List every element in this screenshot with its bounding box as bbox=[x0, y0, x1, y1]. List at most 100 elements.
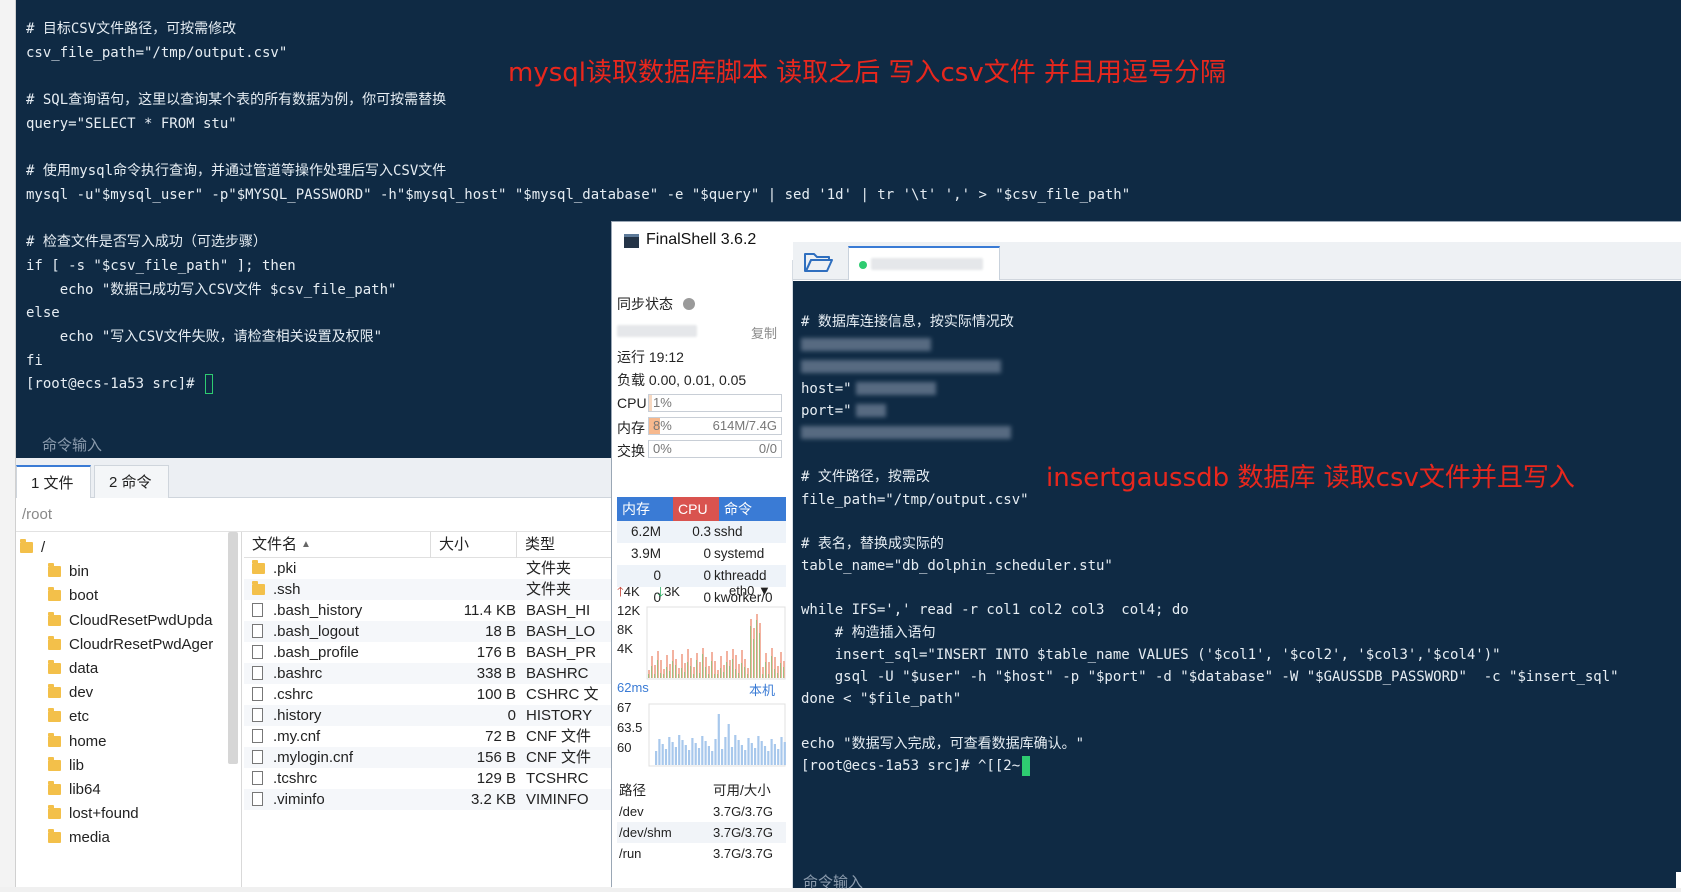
open-folder-icon[interactable] bbox=[803, 250, 833, 274]
file-list-header: 文件名 ▲ 大小 类型 bbox=[244, 532, 616, 558]
net-download-bar bbox=[717, 674, 718, 678]
terminal-line: done < "$file_path" bbox=[801, 688, 1619, 710]
tree-item[interactable]: etc bbox=[48, 705, 89, 729]
file-size: 3.2 KB bbox=[470, 791, 516, 808]
path-input[interactable]: /root bbox=[16, 498, 616, 532]
copy-button[interactable]: 复制 bbox=[751, 323, 777, 342]
tree-item[interactable]: bin bbox=[48, 560, 89, 584]
load-average: 负载 0.00, 0.01, 0.05 bbox=[617, 372, 747, 388]
ping-bar bbox=[770, 739, 773, 765]
tree-item[interactable]: data bbox=[48, 657, 98, 681]
redacted-text bbox=[855, 404, 886, 418]
file-name-cell: .bash_history bbox=[252, 600, 362, 621]
terminal-line-text: gsql -U "$user" -h "$host" -p "$port" -d… bbox=[801, 669, 1619, 685]
folder-icon bbox=[48, 684, 61, 699]
tree-item[interactable]: / bbox=[20, 536, 45, 560]
command-input-label[interactable]: 命令输入 bbox=[42, 434, 102, 455]
mem-percent: 8% bbox=[653, 418, 672, 433]
terminal-line: while IFS=',' read -r col1 col2 col3 col… bbox=[801, 599, 1619, 621]
prompt-text: [root@ecs-1a53 src]# bbox=[26, 376, 204, 393]
file-row[interactable]: .history 0 HISTORY bbox=[244, 705, 616, 726]
tree-item[interactable]: dev bbox=[48, 681, 93, 705]
net-stats: 🡑4K 🡓3K eth0 ▼ bbox=[617, 583, 787, 605]
column-size[interactable]: 大小 bbox=[430, 532, 469, 558]
file-row[interactable]: .bashrc 338 B BASHRC bbox=[244, 663, 616, 684]
net-up: 4K bbox=[623, 584, 640, 599]
column-mem[interactable]: 内存 bbox=[617, 497, 673, 521]
file-row[interactable]: .bash_profile 176 B BASH_PR bbox=[244, 642, 616, 663]
column-cpu[interactable]: CPU bbox=[673, 497, 719, 521]
tab-files[interactable]: 1 文件 bbox=[16, 465, 91, 498]
file-icon bbox=[252, 792, 263, 806]
ping-host[interactable]: 本机 bbox=[749, 680, 775, 699]
net-download-bar bbox=[726, 662, 727, 678]
ping-bar bbox=[688, 750, 691, 765]
terminal-line: # 使用mysql命令执行查询，并通过管道等操作处理后写入CSV文件 bbox=[26, 163, 447, 180]
tree-scrollbar[interactable] bbox=[228, 532, 238, 764]
tree-item[interactable]: media bbox=[48, 826, 110, 850]
sync-label: 同步状态 bbox=[617, 296, 673, 312]
column-path[interactable]: 路径 bbox=[619, 780, 646, 801]
file-size: 11.4 KB bbox=[463, 602, 516, 619]
file-name-cell: .bashrc bbox=[252, 663, 322, 684]
file-icon bbox=[252, 603, 263, 617]
annotation-mysql: mysql读取数据库脚本 读取之后 写入csv文件 并且用逗号分隔 bbox=[508, 58, 1227, 88]
net-download-bar bbox=[708, 674, 709, 678]
net-interface-select[interactable]: eth0 ▼ bbox=[729, 583, 771, 598]
ping-bar bbox=[773, 744, 776, 765]
tree-item[interactable]: boot bbox=[48, 584, 98, 608]
file-type: BASH_HI bbox=[526, 602, 591, 619]
ping-bar bbox=[737, 740, 740, 765]
session-tab[interactable] bbox=[848, 246, 1000, 280]
ping-bar bbox=[701, 736, 704, 765]
file-row[interactable]: .cshrc 100 B CSHRC 文 bbox=[244, 684, 616, 705]
tree-item-label: lost+found bbox=[69, 805, 139, 823]
ping-bar bbox=[767, 751, 770, 765]
column-avail[interactable]: 可用/大小 bbox=[713, 780, 771, 801]
session-tab-bar bbox=[793, 242, 1681, 280]
net-download-bar bbox=[732, 659, 733, 678]
folder-icon bbox=[48, 611, 61, 626]
file-row[interactable]: .mylogin.cnf 156 B CNF 文件 bbox=[244, 747, 616, 768]
tree-item[interactable]: CloudResetPwdUpda bbox=[48, 609, 212, 633]
file-name-cell: .my.cnf bbox=[252, 726, 320, 747]
terminal-front[interactable]: # 数据库连接信息，按实际情况改 host=" port=" # 文件路径，按需改 fi… bbox=[793, 281, 1681, 891]
column-type[interactable]: 类型 bbox=[516, 532, 555, 558]
tree-item[interactable]: CloudrResetPwdAger bbox=[48, 633, 213, 657]
column-cmd[interactable]: 命令 bbox=[719, 497, 786, 521]
ping-bar bbox=[777, 749, 780, 765]
column-name[interactable]: 文件名 bbox=[252, 532, 297, 558]
file-row[interactable]: .ssh 文件夹 bbox=[244, 579, 616, 600]
tree-item[interactable]: home bbox=[48, 730, 107, 754]
tree-item[interactable]: lib bbox=[48, 754, 84, 778]
file-name-cell: .history bbox=[252, 705, 321, 726]
file-size: 176 B bbox=[476, 644, 516, 661]
terminal-prompt: [root@ecs-1a53 src]# ^[[2~ bbox=[801, 755, 1619, 777]
terminal-line: echo "数据写入完成，可查看数据库确认。" bbox=[801, 733, 1619, 755]
disk-row[interactable]: /dev 3.7G/3.7G bbox=[617, 801, 786, 822]
tree-item[interactable]: lost+found bbox=[48, 802, 139, 826]
tab-commands[interactable]: 2 命令 bbox=[94, 465, 169, 498]
file-row[interactable]: .bash_history 11.4 KB BASH_HI bbox=[244, 600, 616, 621]
tree-item[interactable]: lib64 bbox=[48, 778, 101, 802]
file-row[interactable]: .viminfo 3.2 KB VIMINFO bbox=[244, 789, 616, 810]
ping-bar bbox=[717, 714, 720, 765]
command-input-label-front[interactable]: 命令输入 bbox=[803, 871, 863, 892]
net-download-bar bbox=[765, 662, 766, 678]
tree-item-label: lib64 bbox=[69, 781, 101, 798]
ping-bar bbox=[684, 745, 687, 765]
net-download-bar bbox=[756, 620, 757, 678]
process-row[interactable]: 3.9M 0 systemd bbox=[617, 543, 786, 565]
text-cursor bbox=[205, 374, 214, 395]
process-row[interactable]: 6.2M 0.3 sshd bbox=[617, 521, 786, 543]
disk-row[interactable]: /dev/shm 3.7G/3.7G bbox=[617, 822, 786, 843]
disk-row[interactable]: /run 3.7G/3.7G bbox=[617, 843, 786, 864]
file-row[interactable]: .pki 文件夹 bbox=[244, 558, 616, 579]
net-download-bar bbox=[702, 654, 703, 678]
finalshell-window: FinalShell 3.6.2 同步状态 复制 运行 19:12 负载 0.0… bbox=[611, 221, 1681, 891]
file-row[interactable]: .bash_logout 18 B BASH_LO bbox=[244, 621, 616, 642]
file-row[interactable]: .my.cnf 72 B CNF 文件 bbox=[244, 726, 616, 747]
file-row[interactable]: .tcshrc 129 B TCSHRC bbox=[244, 768, 616, 789]
ping-bar bbox=[750, 743, 753, 765]
net-download-bar bbox=[657, 660, 658, 678]
